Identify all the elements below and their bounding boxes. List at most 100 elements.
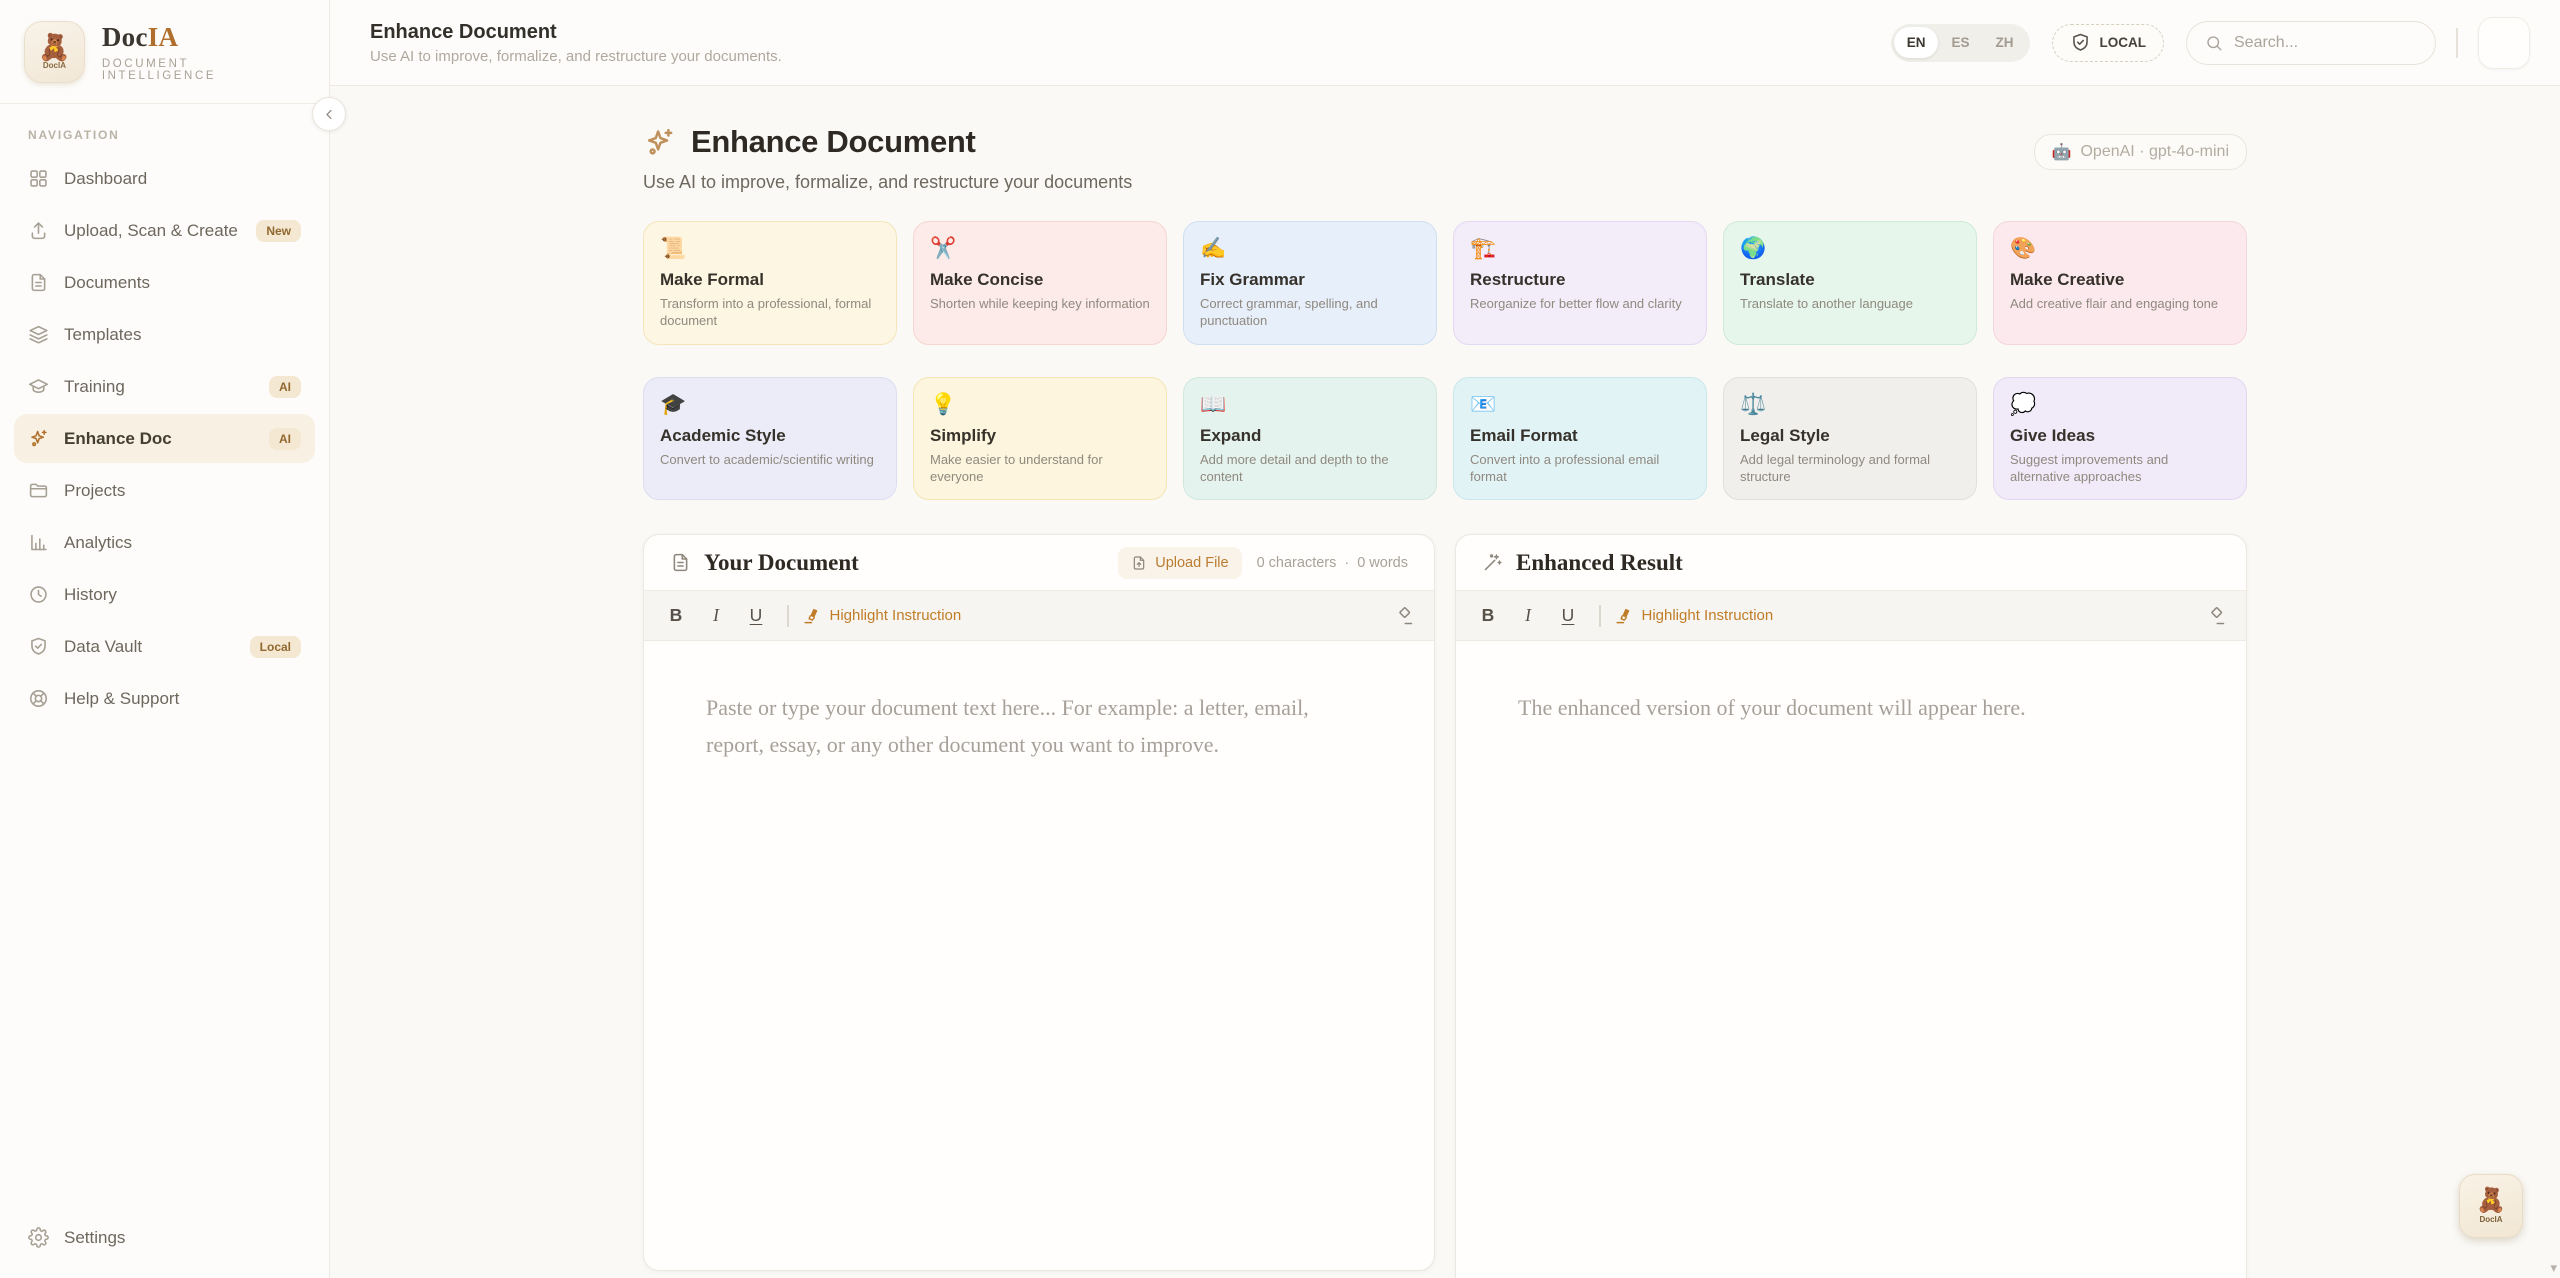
result-placeholder: The enhanced version of your document wi… (1518, 689, 2178, 726)
enhanced-result-panel: Enhanced Result B I U Highlight Instruct… (1455, 534, 2247, 1278)
search-icon (2205, 34, 2223, 52)
underline-button[interactable]: U (738, 599, 774, 633)
top-bar: Enhance Document Use AI to improve, form… (330, 0, 2560, 86)
nav-badge: New (256, 220, 301, 242)
result-toolbar: B I U Highlight Instruction (1456, 591, 2246, 641)
action-card-simplify[interactable]: 💡 Simplify Make easier to understand for… (913, 377, 1167, 501)
sidebar-item-history[interactable]: History (14, 570, 315, 619)
sidebar-item-data-vault[interactable]: Data Vault Local (14, 622, 315, 671)
action-card-email-format[interactable]: 📧 Email Format Convert into a profession… (1453, 377, 1707, 501)
editor-toolbar: B I U Highlight Instruction (644, 591, 1434, 641)
enhanced-result-title: Enhanced Result (1516, 550, 1683, 576)
sidebar-item-training[interactable]: Training AI (14, 362, 315, 411)
bold-button[interactable]: B (658, 599, 694, 633)
bear-mascot-icon: 🧸 (38, 34, 70, 60)
language-button-es[interactable]: ES (1938, 27, 1982, 58)
divider (1599, 605, 1601, 627)
sidebar-nav: Dashboard Upload, Scan & Create New Docu… (0, 154, 329, 723)
brand-name: DocIA (102, 22, 305, 53)
wand-icon (1482, 552, 1503, 573)
model-badge: 🤖 OpenAI · gpt-4o-mini (2034, 134, 2247, 170)
sparkles-icon (28, 428, 49, 449)
folder-icon (28, 480, 49, 501)
content: Enhance Document Use AI to improve, form… (330, 86, 2560, 1278)
editor-placeholder: Paste or type your document text here...… (706, 689, 1366, 764)
brand-tagline: DOCUMENT INTELLIGENCE (102, 58, 305, 82)
sidebar-item-documents[interactable]: Documents (14, 258, 315, 307)
shield-check-icon (28, 636, 49, 657)
action-card-fix-grammar[interactable]: ✍️ Fix Grammar Correct grammar, spelling… (1183, 221, 1437, 345)
sidebar-item-settings[interactable]: Settings (14, 1213, 315, 1262)
language-toggle: ENESZH (1891, 24, 2030, 62)
grid-icon (28, 168, 49, 189)
enhancement-actions-grid: 📜 Make Formal Transform into a professio… (643, 221, 2247, 500)
main-area: Enhance Document Use AI to improve, form… (330, 0, 2560, 1278)
highlight-instruction-button[interactable]: Highlight Instruction (802, 606, 962, 625)
nav-badge: Local (250, 636, 301, 658)
sidebar-item-templates[interactable]: Templates (14, 310, 315, 359)
scrollbar-arrow[interactable]: ▾ (2550, 1260, 2557, 1276)
page-title: Enhance Document (370, 21, 782, 44)
action-card-make-creative[interactable]: 🎨 Make Creative Add creative flair and e… (1993, 221, 2247, 345)
gear-icon (28, 1227, 49, 1248)
document-editor[interactable]: Paste or type your document text here...… (644, 641, 1434, 1270)
document-counters: 0 characters · 0 words (1257, 555, 1408, 571)
bold-button[interactable]: B (1470, 599, 1506, 633)
document-icon (28, 272, 49, 293)
sidebar-item-projects[interactable]: Projects (14, 466, 315, 515)
action-card-give-ideas[interactable]: 💭 Give Ideas Suggest improvements and al… (1993, 377, 2247, 501)
language-button-zh[interactable]: ZH (1983, 27, 2027, 58)
local-mode-button[interactable]: LOCAL (2052, 24, 2165, 62)
result-viewer: The enhanced version of your document wi… (1456, 641, 2246, 1278)
sidebar-collapse-button[interactable] (312, 97, 346, 131)
language-button-en[interactable]: EN (1894, 27, 1939, 58)
shield-check-icon (2070, 32, 2091, 53)
sidebar-item-dashboard[interactable]: Dashboard (14, 154, 315, 203)
word-count: 0 words (1357, 555, 1408, 571)
file-up-icon (1131, 555, 1147, 571)
brand: 🧸 DocIA DocIA DOCUMENT INTELLIGENCE (0, 0, 329, 104)
search-input[interactable] (2234, 34, 2417, 52)
header-action-button[interactable] (2478, 17, 2530, 69)
underline-button[interactable]: U (1550, 599, 1586, 633)
sparkles-icon (643, 126, 676, 159)
action-card-make-formal[interactable]: 📜 Make Formal Transform into a professio… (643, 221, 897, 345)
chevron-left-icon (321, 106, 338, 123)
main-subtitle: Use AI to improve, formalize, and restru… (643, 172, 1132, 193)
highlight-instruction-button[interactable]: Highlight Instruction (1614, 606, 1774, 625)
italic-button[interactable]: I (1510, 599, 1546, 633)
brand-logo: 🧸 DocIA (24, 21, 85, 83)
page-subtitle: Use AI to improve, formalize, and restru… (370, 48, 782, 65)
assistant-mascot-button[interactable]: 🧸 DocIA (2459, 1174, 2523, 1238)
sidebar-item-help-support[interactable]: Help & Support (14, 674, 315, 723)
clear-formatting-button[interactable] (1388, 600, 1420, 632)
upload-file-button[interactable]: Upload File (1118, 547, 1241, 579)
eraser-icon (2206, 606, 2226, 626)
clear-formatting-button[interactable] (2200, 600, 2232, 632)
action-card-restructure[interactable]: 🏗️ Restructure Reorganize for better flo… (1453, 221, 1707, 345)
nav-section-label: NAVIGATION (0, 104, 329, 154)
char-count: 0 characters (1257, 555, 1337, 571)
eraser-icon (1394, 606, 1414, 626)
sidebar-item-analytics[interactable]: Analytics (14, 518, 315, 567)
action-card-translate[interactable]: 🌍 Translate Translate to another languag… (1723, 221, 1977, 345)
action-card-expand[interactable]: 📖 Expand Add more detail and depth to th… (1183, 377, 1437, 501)
nav-badge: AI (269, 428, 301, 450)
layers-icon (28, 324, 49, 345)
italic-button[interactable]: I (698, 599, 734, 633)
action-card-legal-style[interactable]: ⚖️ Legal Style Add legal terminology and… (1723, 377, 1977, 501)
sidebar-item-enhance-doc[interactable]: Enhance Doc AI (14, 414, 315, 463)
sidebar-item-upload-scan-create[interactable]: Upload, Scan & Create New (14, 206, 315, 255)
your-document-panel: Your Document Upload File 0 characters ·… (643, 534, 1435, 1271)
your-document-title: Your Document (704, 550, 859, 576)
divider (787, 605, 789, 627)
sidebar: 🧸 DocIA DocIA DOCUMENT INTELLIGENCE NAVI… (0, 0, 330, 1278)
search-box[interactable] (2186, 21, 2436, 65)
action-card-make-concise[interactable]: ✂️ Make Concise Shorten while keeping ke… (913, 221, 1167, 345)
nav-badge: AI (269, 376, 301, 398)
highlighter-icon (802, 606, 821, 625)
document-icon (670, 552, 691, 573)
highlighter-icon (1614, 606, 1633, 625)
action-card-academic-style[interactable]: 🎓 Academic Style Convert to academic/sci… (643, 377, 897, 501)
robot-icon: 🤖 (2052, 142, 2072, 162)
